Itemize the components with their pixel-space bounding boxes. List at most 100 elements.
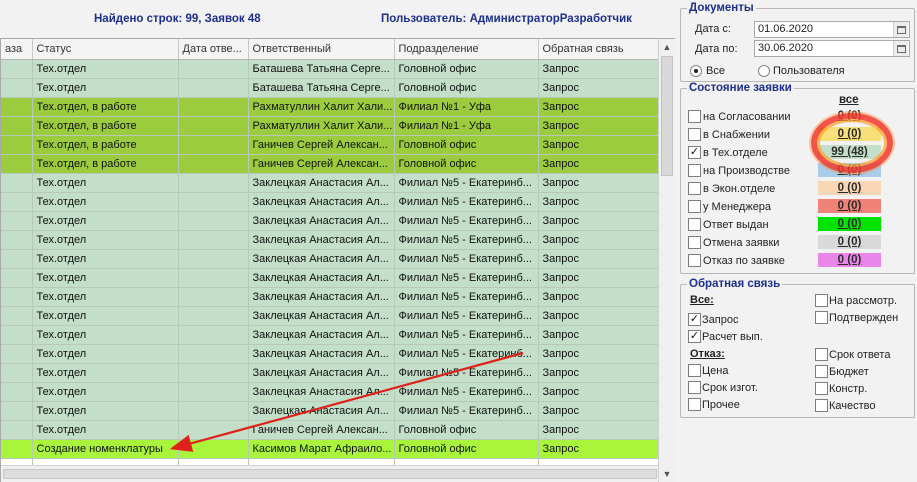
- cell-department[interactable]: Филиал №5 - Екатеринб...: [394, 230, 539, 250]
- cell-status[interactable]: Тех.отдел, в работе: [32, 154, 179, 174]
- cell-department[interactable]: Филиал №5 - Екатеринб...: [394, 306, 539, 326]
- cell-responsible[interactable]: Рахматуллин Халит Хали...: [248, 116, 395, 136]
- cell-order[interactable]: [1, 78, 33, 98]
- cell-responsible[interactable]: Баташева Татьяна Серге...: [248, 59, 395, 79]
- cell-responsible[interactable]: Заклецкая Анастасия Ал...: [248, 173, 395, 193]
- cell-responsible[interactable]: Касимов Марат Афраило...: [248, 439, 395, 459]
- feedback-checkbox[interactable]: [688, 381, 701, 394]
- cell-status[interactable]: Тех.отдел, в работе: [32, 135, 179, 155]
- cell-feedback[interactable]: Запрос: [538, 78, 659, 98]
- table-row[interactable]: Тех.отдел Заклецкая Анастасия Ал... Филиал…: [1, 344, 659, 364]
- cell-status[interactable]: Тех.отдел: [32, 59, 179, 79]
- cell-feedback[interactable]: Запрос: [538, 382, 659, 402]
- scroll-up-arrow-icon[interactable]: ▲: [659, 39, 675, 56]
- column-header-department[interactable]: Подразделение: [394, 39, 539, 60]
- cell-order[interactable]: [1, 344, 33, 364]
- cell-department[interactable]: Филиал №5 - Екатеринб...: [394, 192, 539, 212]
- cell-department[interactable]: Филиал №5 - Екатеринб...: [394, 211, 539, 231]
- column-header-status[interactable]: Статус: [32, 39, 179, 60]
- table-row[interactable]: Создание номенклатуры Касимов Марат Афраи…: [1, 439, 659, 459]
- cell-status[interactable]: Тех.отдел: [32, 173, 179, 193]
- state-checkbox[interactable]: [688, 110, 701, 123]
- state-label[interactable]: на Производстве: [703, 165, 790, 177]
- cell-responsible[interactable]: Заклецкая Анастасия Ал...: [248, 401, 395, 421]
- cell-department[interactable]: Филиал №5 - Екатеринб...: [394, 268, 539, 288]
- cell-responsible[interactable]: Ганичев Сергей Алексан...: [248, 154, 395, 174]
- cell-status[interactable]: Тех.отдел: [32, 192, 179, 212]
- table-row[interactable]: Тех.отдел Заклецкая Анастасия Ал... Филиал…: [1, 173, 659, 193]
- feedback-checkbox[interactable]: [688, 398, 701, 411]
- column-header-answer-date[interactable]: Дата отве...: [178, 39, 249, 60]
- state-label[interactable]: Отмена заявки: [703, 237, 779, 249]
- cell-feedback[interactable]: Запрос: [538, 230, 659, 250]
- cell-status[interactable]: Тех.отдел: [32, 401, 179, 421]
- state-label[interactable]: в Экон.отделе: [703, 183, 775, 195]
- cell-feedback[interactable]: Запрос: [538, 344, 659, 364]
- cell-responsible[interactable]: Заклецкая Анастасия Ал...: [248, 325, 395, 345]
- cell-responsible[interactable]: Ганичев Сергей Алексан...: [248, 420, 395, 440]
- state-count[interactable]: 0 (0): [818, 253, 881, 267]
- feedback-label[interactable]: Констр.: [829, 383, 867, 395]
- feedback-label[interactable]: Подтвержден: [829, 312, 898, 324]
- state-label[interactable]: у Менеджера: [703, 201, 771, 213]
- cell-responsible[interactable]: Рахматуллин Халит Хали...: [248, 97, 395, 117]
- calendar-icon[interactable]: [893, 41, 908, 56]
- table-row[interactable]: Тех.отдел Заклецкая Анастасия Ал... Филиал…: [1, 268, 659, 288]
- cell-order[interactable]: [1, 420, 33, 440]
- requests-table[interactable]: аза Статус Дата отве... Ответственный По…: [0, 38, 675, 482]
- cell-feedback[interactable]: Запрос: [538, 420, 659, 440]
- feedback-all-header[interactable]: Все:: [690, 294, 714, 306]
- cell-order[interactable]: [1, 363, 33, 383]
- state-label[interactable]: в Снабжении: [703, 129, 770, 141]
- cell-answer-date[interactable]: [178, 192, 249, 212]
- state-label[interactable]: Ответ выдан: [703, 219, 769, 231]
- table-row[interactable]: Тех.отдел Заклецкая Анастасия Ал... Филиал…: [1, 363, 659, 383]
- state-checkbox[interactable]: [688, 164, 701, 177]
- vertical-scrollbar[interactable]: ▲ ▼: [658, 39, 675, 482]
- cell-department[interactable]: Филиал №5 - Екатеринб...: [394, 325, 539, 345]
- table-row[interactable]: Тех.отдел Заклецкая Анастасия Ал... Филиал…: [1, 230, 659, 250]
- cell-status[interactable]: Тех.отдел: [32, 306, 179, 326]
- cell-feedback[interactable]: Запрос: [538, 59, 659, 79]
- state-label[interactable]: Отказ по заявке: [703, 255, 785, 267]
- table-row[interactable]: Тех.отдел, в работе Ганичев Сергей Алекса…: [1, 154, 659, 174]
- state-count[interactable]: 0 (0): [818, 235, 881, 249]
- state-all-header[interactable]: все: [839, 94, 859, 106]
- cell-status[interactable]: Тех.отдел: [32, 211, 179, 231]
- feedback-label[interactable]: Срок изгот.: [702, 382, 758, 394]
- calendar-icon[interactable]: [893, 22, 908, 37]
- cell-order[interactable]: [1, 249, 33, 269]
- cell-status[interactable]: Тех.отдел: [32, 344, 179, 364]
- cell-order[interactable]: [1, 268, 33, 288]
- cell-order[interactable]: [1, 306, 33, 326]
- cell-department[interactable]: Филиал №5 - Екатеринб...: [394, 363, 539, 383]
- cell-department[interactable]: Головной офис: [394, 78, 539, 98]
- cell-feedback[interactable]: Запрос: [538, 173, 659, 193]
- horizontal-scrollbar[interactable]: [1, 465, 658, 482]
- cell-answer-date[interactable]: [178, 268, 249, 288]
- cell-feedback[interactable]: Запрос: [538, 154, 659, 174]
- cell-status[interactable]: Тех.отдел: [32, 78, 179, 98]
- cell-status[interactable]: Тех.отдел: [32, 325, 179, 345]
- feedback-label[interactable]: Прочее: [702, 399, 740, 411]
- cell-department[interactable]: Филиал №5 - Екатеринб...: [394, 173, 539, 193]
- cell-department[interactable]: Филиал №5 - Екатеринб...: [394, 344, 539, 364]
- cell-department[interactable]: Головной офис: [394, 154, 539, 174]
- table-row[interactable]: Тех.отдел Ганичев Сергей Алексан... Головн…: [1, 420, 659, 440]
- cell-answer-date[interactable]: [178, 420, 249, 440]
- cell-feedback[interactable]: Запрос: [538, 306, 659, 326]
- feedback-label[interactable]: Срок ответа: [829, 349, 890, 361]
- cell-feedback[interactable]: Запрос: [538, 439, 659, 459]
- cell-order[interactable]: [1, 401, 33, 421]
- state-checkbox[interactable]: ✓: [688, 146, 701, 159]
- table-row[interactable]: Тех.отдел Баташева Татьяна Серге... Головн…: [1, 59, 659, 79]
- cell-order[interactable]: [1, 439, 33, 459]
- cell-order[interactable]: [1, 154, 33, 174]
- cell-responsible[interactable]: Заклецкая Анастасия Ал...: [248, 382, 395, 402]
- cell-department[interactable]: Филиал №5 - Екатеринб...: [394, 287, 539, 307]
- cell-status[interactable]: Тех.отдел: [32, 420, 179, 440]
- scroll-down-arrow-icon[interactable]: ▼: [659, 466, 675, 482]
- cell-department[interactable]: Головной офис: [394, 439, 539, 459]
- cell-answer-date[interactable]: [178, 211, 249, 231]
- table-row[interactable]: Тех.отдел Заклецкая Анастасия Ал... Филиал…: [1, 211, 659, 231]
